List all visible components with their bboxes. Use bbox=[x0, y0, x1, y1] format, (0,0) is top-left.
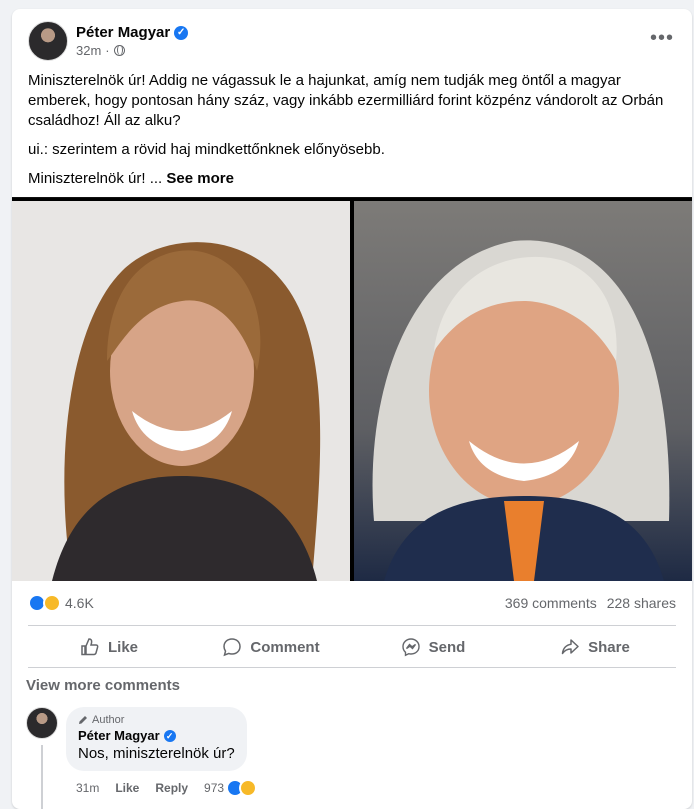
view-more-comments-link[interactable]: View more comments bbox=[26, 677, 180, 694]
messenger-icon bbox=[401, 638, 420, 657]
send-label: Send bbox=[428, 638, 466, 656]
post-stats: 4.6K 369 comments 228 shares bbox=[28, 594, 676, 612]
portrait-illustration bbox=[372, 240, 670, 581]
post-text: Miniszterelnök úr! Addig ne vágassuk le … bbox=[28, 71, 678, 198]
comment-bubble: Author Péter Magyar ✓ Nos, miniszterelnö… bbox=[66, 707, 247, 771]
share-count[interactable]: 228 shares bbox=[607, 595, 676, 611]
comment-count[interactable]: 369 comments bbox=[505, 595, 597, 611]
comment-item: Author Péter Magyar ✓ Nos, miniszterelnö… bbox=[26, 707, 247, 771]
commenter-avatar[interactable] bbox=[26, 707, 58, 739]
photo-left-portrait bbox=[12, 201, 350, 581]
reactions-summary[interactable]: 4.6K bbox=[28, 594, 94, 612]
more-options-icon[interactable]: ••• bbox=[650, 27, 674, 50]
comment-reaction-count: 973 bbox=[204, 781, 225, 795]
verified-badge-icon: ✓ bbox=[174, 25, 189, 40]
post-paragraph: Miniszterelnök úr! Addig ne vágassuk le … bbox=[28, 72, 664, 129]
share-button[interactable]: Share bbox=[514, 629, 676, 665]
comment-text: Nos, miniszterelnök úr? bbox=[78, 745, 235, 762]
globe-icon bbox=[113, 45, 125, 56]
action-bar: Like Comment Send Share bbox=[28, 629, 676, 665]
divider bbox=[28, 625, 676, 626]
reaction-count: 4.6K bbox=[65, 595, 94, 611]
portrait-illustration bbox=[52, 242, 321, 581]
thumbs-up-icon bbox=[81, 638, 99, 656]
comment-reply-button[interactable]: Reply bbox=[155, 781, 188, 795]
comment-button[interactable]: Comment bbox=[190, 629, 352, 665]
comment-meta: 31m Like Reply 973 bbox=[76, 779, 258, 797]
comment-reactions[interactable]: 973 bbox=[204, 779, 258, 797]
like-label: Like bbox=[107, 638, 138, 656]
see-more-link[interactable]: See more bbox=[166, 170, 234, 187]
divider bbox=[28, 667, 676, 668]
comment-timestamp[interactable]: 31m bbox=[76, 781, 99, 795]
haha-reaction-icon bbox=[239, 779, 258, 797]
haha-reaction-icon bbox=[43, 594, 61, 612]
post-timestamp[interactable]: 32m bbox=[76, 43, 101, 58]
comment-like-button[interactable]: Like bbox=[115, 781, 139, 795]
commenter-name[interactable]: Péter Magyar bbox=[78, 728, 160, 743]
author-tag: Author bbox=[78, 714, 235, 726]
send-button[interactable]: Send bbox=[352, 629, 514, 665]
commenter-name-row: Péter Magyar ✓ bbox=[78, 728, 235, 743]
share-label: Share bbox=[588, 638, 630, 656]
post-time-row: 32m · bbox=[76, 43, 188, 58]
thread-line bbox=[41, 745, 43, 809]
like-button[interactable]: Like bbox=[28, 629, 190, 665]
author-tag-label: Author bbox=[92, 714, 125, 726]
post-photo[interactable] bbox=[12, 197, 692, 581]
author-name-row: Péter Magyar ✓ bbox=[76, 24, 189, 41]
comment-icon bbox=[223, 638, 242, 657]
post-meta: Péter Magyar ✓ 32m · bbox=[76, 24, 189, 58]
photo-right-portrait bbox=[354, 201, 692, 581]
pencil-icon bbox=[79, 716, 87, 724]
comment-label: Comment bbox=[250, 638, 320, 656]
post-header: Péter Magyar ✓ 32m · bbox=[28, 21, 189, 61]
post-paragraph: ui.: szerintem a rövid haj mindkettőnkne… bbox=[28, 141, 385, 158]
author-avatar[interactable] bbox=[28, 21, 68, 61]
author-name[interactable]: Péter Magyar bbox=[76, 24, 170, 41]
engagement-counts: 369 comments 228 shares bbox=[505, 595, 676, 611]
post-paragraph: Miniszterelnök úr! ... See more bbox=[28, 170, 234, 187]
verified-badge-icon: ✓ bbox=[163, 729, 176, 742]
post-card: Péter Magyar ✓ 32m · ••• Miniszterelnök … bbox=[12, 9, 692, 809]
share-icon bbox=[561, 639, 579, 655]
